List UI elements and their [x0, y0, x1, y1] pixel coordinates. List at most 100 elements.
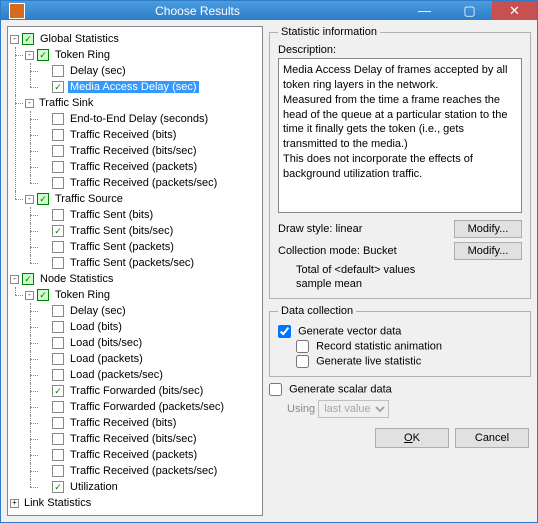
tree-checkbox[interactable]: [52, 209, 64, 221]
expand-toggle[interactable]: -: [25, 99, 34, 108]
gen-scalar-label[interactable]: Generate scalar data: [289, 384, 392, 396]
gen-live-checkbox[interactable]: [296, 355, 309, 368]
leaf-load-packetssec[interactable]: Load (packets/sec): [68, 369, 165, 381]
minimize-button[interactable]: —: [402, 1, 447, 20]
expand-toggle: [40, 227, 49, 236]
leaf-traffic-sent-bits[interactable]: Traffic Sent (bits): [68, 209, 155, 221]
expand-toggle: [40, 163, 49, 172]
tree-checkbox[interactable]: ✓: [52, 385, 64, 397]
leaf-load-bitssec[interactable]: Load (bits/sec): [68, 337, 144, 349]
tree-checkbox[interactable]: [52, 465, 64, 477]
tree-checkbox[interactable]: ✓: [37, 49, 49, 61]
node-global-statistics[interactable]: Global Statistics: [38, 33, 121, 45]
gen-scalar-checkbox[interactable]: [269, 383, 282, 396]
ok-button[interactable]: OK: [375, 428, 449, 448]
tree-checkbox[interactable]: [52, 417, 64, 429]
leaf-traffic-received-packetssec[interactable]: Traffic Received (packets/sec): [68, 177, 219, 189]
collection-mode-modify-button[interactable]: Modify...: [454, 242, 522, 260]
tree-pane[interactable]: -✓Global Statistics-✓Token RingDelay (se…: [7, 26, 263, 516]
leaf-traffic-received-bits[interactable]: Traffic Received (bits): [68, 129, 178, 141]
leaf-load-packets[interactable]: Load (packets): [68, 353, 145, 365]
node-traffic-sink[interactable]: Traffic Sink: [37, 97, 95, 109]
leaf-traffic-received-bitssec-2[interactable]: Traffic Received (bits/sec): [68, 433, 199, 445]
leaf-traffic-forwarded-packetssec[interactable]: Traffic Forwarded (packets/sec): [68, 401, 226, 413]
leaf-traffic-received-packets[interactable]: Traffic Received (packets): [68, 161, 199, 173]
tree-checkbox[interactable]: ✓: [52, 225, 64, 237]
tree-checkbox[interactable]: [52, 145, 64, 157]
leaf-traffic-received-bits-2[interactable]: Traffic Received (bits): [68, 417, 178, 429]
leaf-end-to-end-delay[interactable]: End-to-End Delay (seconds): [68, 113, 210, 125]
tree-checkbox[interactable]: [52, 401, 64, 413]
description-text[interactable]: [278, 58, 522, 213]
expand-toggle[interactable]: -: [10, 275, 19, 284]
gen-vector-label[interactable]: Generate vector data: [298, 326, 401, 338]
node-link-statistics[interactable]: Link Statistics: [22, 497, 93, 509]
gen-live-label[interactable]: Generate live statistic: [316, 356, 421, 368]
leaf-traffic-sent-packetssec[interactable]: Traffic Sent (packets/sec): [68, 257, 196, 269]
node-token-ring[interactable]: Token Ring: [53, 49, 112, 61]
expand-toggle[interactable]: -: [25, 195, 34, 204]
tree-checkbox[interactable]: [52, 257, 64, 269]
leaf-delay-sec-2[interactable]: Delay (sec): [68, 305, 128, 317]
tree-checkbox[interactable]: ✓: [37, 289, 49, 301]
leaf-traffic-received-bitssec[interactable]: Traffic Received (bits/sec): [68, 145, 199, 157]
tree-checkbox[interactable]: [52, 65, 64, 77]
draw-style-label: Draw style:: [278, 223, 332, 235]
expand-toggle: [40, 387, 49, 396]
node-traffic-source[interactable]: Traffic Source: [53, 193, 125, 205]
expand-toggle: [40, 307, 49, 316]
tree-checkbox[interactable]: [52, 449, 64, 461]
expand-toggle[interactable]: +: [10, 499, 19, 508]
draw-style-modify-button[interactable]: Modify...: [454, 220, 522, 238]
rec-anim-label[interactable]: Record statistic animation: [316, 341, 442, 353]
leaf-media-access-delay[interactable]: Media Access Delay (sec): [68, 81, 199, 93]
cancel-button[interactable]: Cancel: [455, 428, 529, 448]
expand-toggle: [40, 243, 49, 252]
tree-checkbox[interactable]: ✓: [37, 193, 49, 205]
data-collection-legend: Data collection: [278, 305, 356, 317]
collection-sub2: sample mean: [278, 278, 522, 290]
tree-checkbox[interactable]: [52, 353, 64, 365]
collection-mode-value: Bucket: [363, 245, 397, 257]
gen-vector-checkbox[interactable]: [278, 325, 291, 338]
expand-toggle: [40, 419, 49, 428]
expand-toggle[interactable]: -: [25, 51, 34, 60]
close-button[interactable]: ✕: [492, 1, 537, 20]
leaf-load-bits[interactable]: Load (bits): [68, 321, 124, 333]
tree-checkbox[interactable]: [52, 337, 64, 349]
tree-checkbox[interactable]: [52, 161, 64, 173]
tree-checkbox[interactable]: [52, 129, 64, 141]
expand-toggle: [40, 355, 49, 364]
tree-checkbox[interactable]: [52, 177, 64, 189]
tree-checkbox[interactable]: ✓: [22, 33, 34, 45]
rec-anim-checkbox[interactable]: [296, 340, 309, 353]
tree-checkbox[interactable]: [52, 305, 64, 317]
tree-checkbox[interactable]: [52, 433, 64, 445]
leaf-traffic-received-packetssec-2[interactable]: Traffic Received (packets/sec): [68, 465, 219, 477]
maximize-button[interactable]: ▢: [447, 1, 492, 20]
leaf-traffic-forwarded-bitssec[interactable]: Traffic Forwarded (bits/sec): [68, 385, 205, 397]
tree-checkbox[interactable]: ✓: [52, 81, 64, 93]
expand-toggle[interactable]: -: [10, 35, 19, 44]
leaf-delay-sec[interactable]: Delay (sec): [68, 65, 128, 77]
expand-toggle: [40, 67, 49, 76]
draw-style-value: linear: [335, 223, 362, 235]
tree-checkbox[interactable]: [52, 321, 64, 333]
leaf-traffic-sent-bitssec[interactable]: Traffic Sent (bits/sec): [68, 225, 175, 237]
window-title: Choose Results: [0, 4, 402, 18]
expand-toggle[interactable]: -: [25, 291, 34, 300]
tree-checkbox[interactable]: ✓: [52, 481, 64, 493]
node-token-ring-2[interactable]: Token Ring: [53, 289, 112, 301]
expand-toggle: [40, 115, 49, 124]
node-node-statistics[interactable]: Node Statistics: [38, 273, 115, 285]
tree-checkbox[interactable]: ✓: [22, 273, 34, 285]
tree-checkbox[interactable]: [52, 113, 64, 125]
leaf-utilization[interactable]: Utilization: [68, 481, 120, 493]
expand-toggle: [40, 435, 49, 444]
tree-checkbox[interactable]: [52, 369, 64, 381]
leaf-traffic-sent-packets[interactable]: Traffic Sent (packets): [68, 241, 176, 253]
leaf-traffic-received-packets-2[interactable]: Traffic Received (packets): [68, 449, 199, 461]
expand-toggle: [40, 483, 49, 492]
expand-toggle: [40, 259, 49, 268]
tree-checkbox[interactable]: [52, 241, 64, 253]
